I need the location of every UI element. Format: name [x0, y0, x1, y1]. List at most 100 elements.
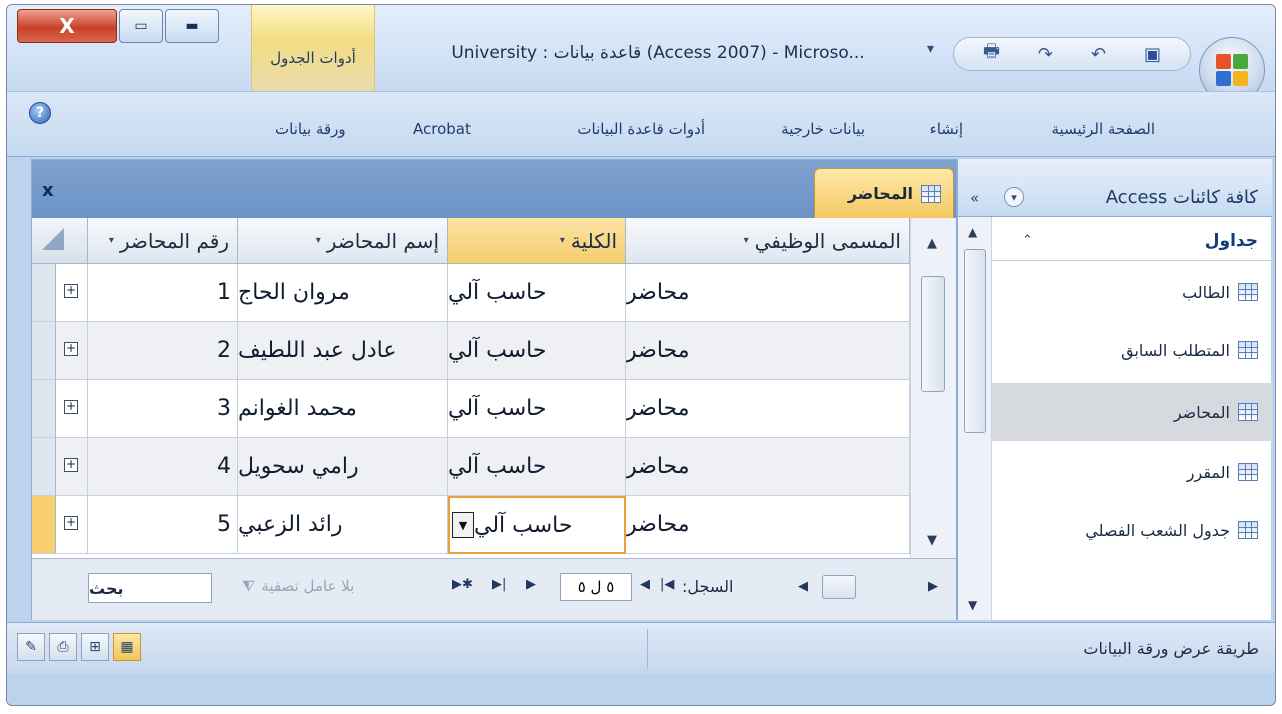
row-selector[interactable]: [32, 264, 56, 322]
cell-college[interactable]: حاسب آلي: [448, 264, 626, 322]
plus-icon: +: [64, 399, 78, 414]
minimize-button[interactable]: ▬: [165, 9, 219, 43]
collapse-pane-icon[interactable]: «: [970, 189, 979, 207]
plus-icon: +: [64, 283, 78, 298]
last-record-icon[interactable]: ▶|: [492, 577, 506, 592]
quick-access-toolbar: 🖶 ↷ ↶ ▣: [953, 37, 1191, 71]
previous-record-icon[interactable]: ◀: [640, 577, 650, 592]
cell-name[interactable]: رائد الزعبي: [238, 496, 448, 554]
filter-indicator[interactable]: بلا عامل تصفية ⧩: [242, 577, 354, 595]
first-record-icon[interactable]: |◀: [660, 577, 674, 592]
table-icon: [921, 184, 941, 203]
scroll-right-icon[interactable]: ▶: [928, 579, 938, 594]
next-record-icon[interactable]: ▶: [526, 577, 536, 592]
expand-row-button[interactable]: +: [56, 322, 88, 380]
cell-college[interactable]: حاسب آلي: [448, 438, 626, 496]
search-field[interactable]: بحث: [88, 573, 212, 603]
save-icon[interactable]: ▣: [1144, 44, 1161, 65]
tab-acrobat[interactable]: Acrobat: [413, 120, 471, 138]
cell-name[interactable]: مروان الحاج: [238, 264, 448, 322]
scroll-thumb[interactable]: [921, 276, 945, 392]
cell-id[interactable]: 4: [88, 438, 238, 496]
table-row-current[interactable]: + 5 رائد الزعبي حاسب آلي ▼ محاضر: [32, 496, 910, 554]
tab-external-data[interactable]: بيانات خارجية: [781, 120, 865, 138]
pivottable-view-icon[interactable]: ⊞: [81, 633, 109, 661]
cell-id[interactable]: 2: [88, 322, 238, 380]
cell-college[interactable]: حاسب آلي: [448, 322, 626, 380]
tab-home[interactable]: الصفحة الرئيسية: [1052, 120, 1156, 138]
navigation-pane-header[interactable]: « ▾ كافة كائنات Access: [958, 159, 1272, 217]
scroll-up-icon[interactable]: ▲: [968, 225, 977, 239]
nav-group-tables[interactable]: ⌃ جداول: [992, 221, 1272, 261]
cell-name[interactable]: عادل عبد اللطيف: [238, 322, 448, 380]
column-header-job-title[interactable]: ▾ المسمى الوظيفي: [626, 218, 910, 264]
current-record-field[interactable]: ٥ ل ٥: [560, 573, 632, 601]
chevron-up-icon[interactable]: ⌃: [1022, 233, 1033, 248]
column-header-id[interactable]: ▾ رقم المحاضر: [88, 218, 238, 264]
scroll-down-icon[interactable]: ▼: [968, 598, 977, 612]
table-row[interactable]: + 1 مروان الحاج حاسب آلي محاضر: [32, 264, 910, 322]
qat-customize-icon[interactable]: ▾: [927, 41, 934, 57]
scroll-down-icon[interactable]: ▼: [927, 533, 937, 548]
datasheet-view-icon[interactable]: ▦: [113, 633, 141, 661]
datasheet-horizontal-scrollbar[interactable]: ◀ ▶: [798, 573, 938, 603]
combo-dropdown-icon[interactable]: ▼: [452, 512, 474, 538]
table-row[interactable]: + 2 عادل عبد اللطيف حاسب آلي محاضر: [32, 322, 910, 380]
column-header-name[interactable]: ▾ إسم المحاضر: [238, 218, 448, 264]
print-icon[interactable]: 🖶: [983, 39, 1000, 69]
navigation-pane-scrollbar[interactable]: ▲ ▼: [958, 217, 992, 620]
nav-item-section-schedule[interactable]: جدول الشعب الفصلي: [992, 501, 1272, 559]
select-all-corner[interactable]: [32, 218, 88, 264]
document-tab-lecturer[interactable]: المحاضر: [814, 168, 954, 218]
cell-job-title[interactable]: محاضر: [626, 380, 910, 438]
design-view-icon[interactable]: ✎: [17, 633, 45, 661]
no-filter-icon: ⧩: [242, 577, 256, 595]
cell-id[interactable]: 3: [88, 380, 238, 438]
nav-item-prerequisite[interactable]: المتطلب السابق: [992, 321, 1272, 379]
pivotchart-view-icon[interactable]: ⎙: [49, 633, 77, 661]
cell-job-title[interactable]: محاضر: [626, 496, 910, 554]
scroll-thumb[interactable]: [964, 249, 986, 433]
new-record-icon[interactable]: ▶✱: [452, 577, 473, 592]
nav-item-student[interactable]: الطالب: [992, 263, 1272, 321]
expand-row-button[interactable]: +: [56, 438, 88, 496]
row-selector[interactable]: [32, 438, 56, 496]
cell-job-title[interactable]: محاضر: [626, 438, 910, 496]
row-selector-current[interactable]: [32, 496, 56, 554]
tab-datasheet[interactable]: ورقة بيانات: [275, 120, 346, 138]
nav-item-lecturer[interactable]: المحاضر: [992, 383, 1272, 441]
close-document-icon[interactable]: x: [42, 180, 54, 201]
expand-row-button[interactable]: +: [56, 264, 88, 322]
table-icon: [1238, 403, 1258, 421]
datasheet-vertical-scrollbar[interactable]: ▲ ▼: [910, 218, 956, 558]
redo-icon[interactable]: ↷: [1038, 44, 1053, 65]
cell-college-combo[interactable]: حاسب آلي ▼: [448, 496, 626, 554]
nav-item-course[interactable]: المقرر: [992, 443, 1272, 501]
cell-name[interactable]: محمد الغوانم: [238, 380, 448, 438]
undo-icon[interactable]: ↶: [1091, 44, 1106, 65]
cell-college[interactable]: حاسب آلي: [448, 380, 626, 438]
minimize-icon: ▬: [185, 18, 199, 34]
pane-menu-dropdown-icon[interactable]: ▾: [1004, 187, 1024, 207]
cell-id[interactable]: 1: [88, 264, 238, 322]
row-selector[interactable]: [32, 380, 56, 438]
help-icon[interactable]: ?: [29, 102, 51, 124]
scroll-up-icon[interactable]: ▲: [927, 236, 937, 251]
expand-row-button[interactable]: +: [56, 380, 88, 438]
table-row[interactable]: + 3 محمد الغوانم حاسب آلي محاضر: [32, 380, 910, 438]
table-row[interactable]: + 4 رامي سحويل حاسب آلي محاضر: [32, 438, 910, 496]
cell-job-title[interactable]: محاضر: [626, 264, 910, 322]
scroll-left-icon[interactable]: ◀: [798, 579, 808, 594]
scroll-thumb[interactable]: [822, 575, 856, 599]
row-selector[interactable]: [32, 322, 56, 380]
restore-icon: ▭: [134, 18, 148, 34]
tab-create[interactable]: إنشاء: [930, 120, 963, 138]
cell-job-title[interactable]: محاضر: [626, 322, 910, 380]
cell-name[interactable]: رامي سحويل: [238, 438, 448, 496]
expand-row-button[interactable]: +: [56, 496, 88, 554]
close-button[interactable]: X: [17, 9, 117, 43]
restore-button[interactable]: ▭: [119, 9, 163, 43]
cell-id[interactable]: 5: [88, 496, 238, 554]
column-header-college[interactable]: ▾ الكلية: [448, 218, 626, 264]
tab-database-tools[interactable]: أدوات قاعدة البيانات: [577, 120, 705, 138]
